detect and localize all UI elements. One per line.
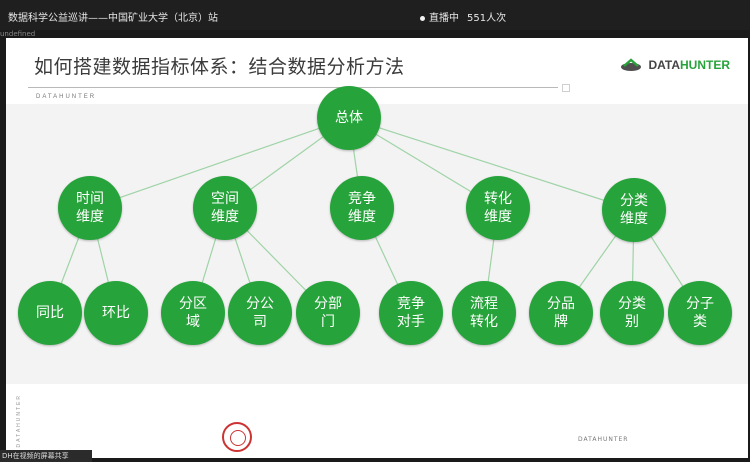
metric-node: 同比 (18, 281, 82, 345)
slide-title: 如何搭建数据指标体系：结合数据分析方法 (34, 56, 405, 78)
diagram-area: 总体 时间 维度 空间 维度 竞争 维度 转化 维度 分类 维度 同比 环比 分区 域分公 司分… (6, 86, 748, 384)
dimension-node: 空间 维度 (193, 176, 257, 240)
live-label: 直播中 (429, 13, 459, 24)
title-divider (28, 87, 558, 88)
brand-sub-label: DATAHUNTER (36, 94, 97, 100)
divider-marker (562, 84, 570, 92)
metric-node: 分区 域 (161, 281, 225, 345)
screen-share-label: DH在视频的屏幕共享 (0, 450, 92, 462)
logo-text-hunter: HUNTER (680, 58, 730, 72)
tree-root-node: 总体 (317, 86, 381, 150)
metric-node: 分部 门 (296, 281, 360, 345)
metric-node: 分公 司 (228, 281, 292, 345)
dimension-node: 竞争 维度 (330, 176, 394, 240)
metric-node: 流程 转化 (452, 281, 516, 345)
metric-node: 竞争 对手 (379, 281, 443, 345)
live-dot-icon (420, 15, 425, 21)
datahunter-logo: DATAHUNTER (620, 58, 730, 72)
vertical-brand-label: DATAHUNTER (16, 394, 22, 448)
metric-node: 分子 类 (668, 281, 732, 345)
metric-node: 环比 (84, 281, 148, 345)
presentation-slide: 如何搭建数据指标体系：结合数据分析方法 DATAHUNTER DATAHUNTE… (6, 38, 748, 458)
dimension-node: 转化 维度 (466, 176, 530, 240)
live-stream-bar: 数据科学公益巡讲——中国矿业大学（北京）站 直播中 551人次 (0, 0, 750, 30)
datahunter-logo-icon (621, 58, 642, 71)
dimension-node: 时间 维度 (58, 176, 122, 240)
live-status: 直播中 551人次 (420, 9, 506, 24)
debug-text: undefined (0, 30, 36, 38)
university-seal-icon (222, 422, 252, 452)
dimension-node: 分类 维度 (602, 178, 666, 242)
logo-text-data: DATA (648, 58, 680, 72)
metric-node: 分品 牌 (529, 281, 593, 345)
metric-node: 分类 别 (600, 281, 664, 345)
stream-title: 数据科学公益巡讲——中国矿业大学（北京）站 (8, 13, 218, 24)
viewer-count: 551人次 (467, 13, 507, 24)
footer-brand-text: DATAHUNTER (578, 436, 629, 443)
